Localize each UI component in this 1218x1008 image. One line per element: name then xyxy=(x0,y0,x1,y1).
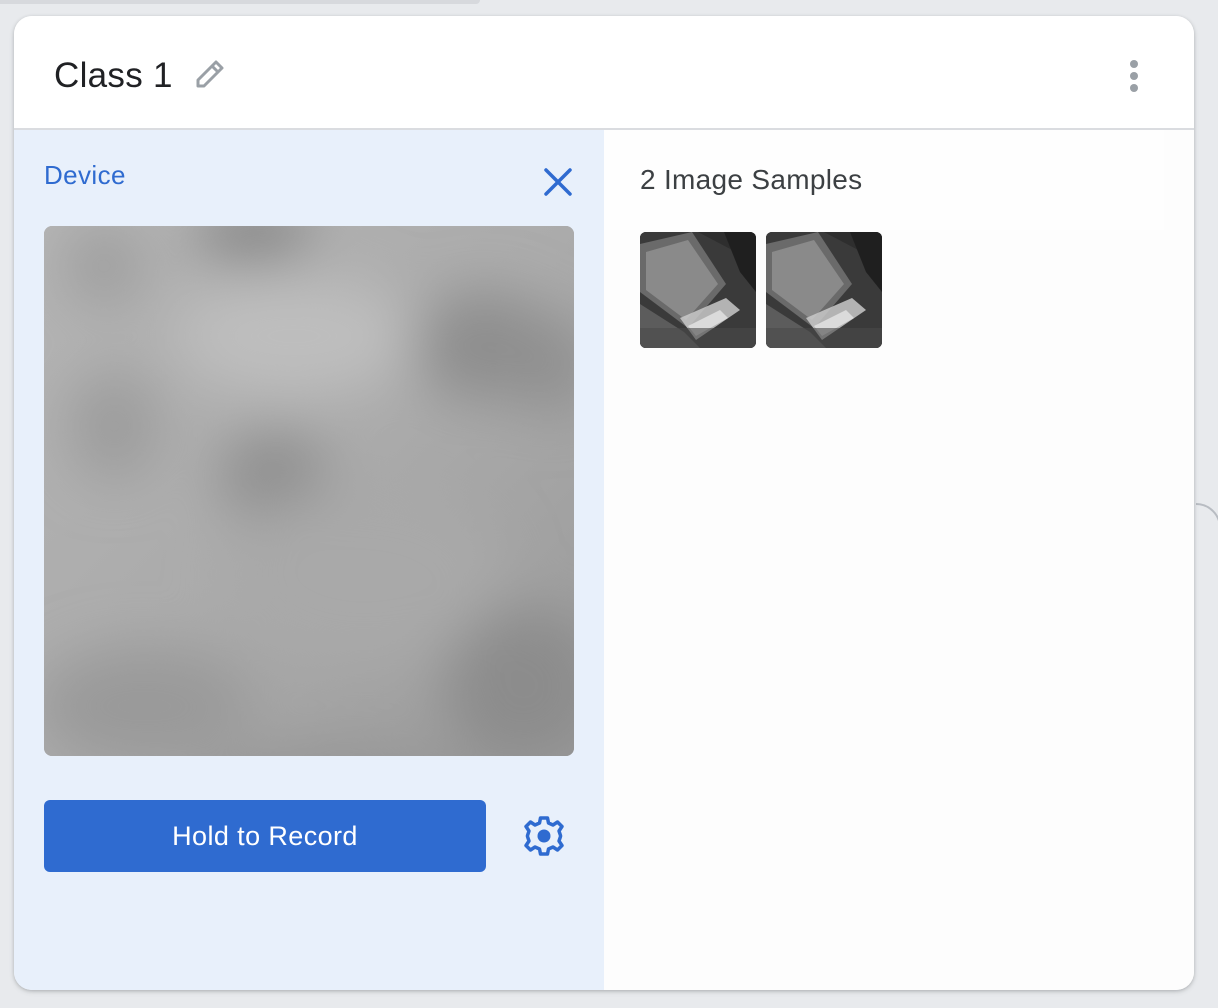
samples-header: 2 Image Samples xyxy=(604,130,1164,230)
webcam-preview-image xyxy=(44,226,574,756)
sample-thumbnail-image xyxy=(766,232,882,348)
pencil-icon[interactable] xyxy=(190,54,230,94)
webcam-preview xyxy=(44,226,574,756)
sample-thumbnail[interactable] xyxy=(766,232,882,348)
top-strip xyxy=(0,0,480,4)
sample-thumbnail[interactable] xyxy=(640,232,756,348)
card-header: Class 1 xyxy=(14,16,1194,130)
sample-thumbnails xyxy=(640,232,882,348)
sample-thumbnail-image xyxy=(640,232,756,348)
class-card: Class 1 Device Hold to Record 2 Image Sa… xyxy=(14,16,1194,990)
connector-arc xyxy=(1196,503,1218,522)
device-label[interactable]: Device xyxy=(44,160,126,191)
more-vert-icon[interactable] xyxy=(1118,56,1150,96)
gear-icon[interactable] xyxy=(520,812,568,860)
samples-panel: 2 Image Samples xyxy=(604,130,1194,990)
webcam-panel: Device Hold to Record xyxy=(14,130,604,990)
close-icon[interactable] xyxy=(538,162,578,202)
hold-to-record-button[interactable]: Hold to Record xyxy=(44,800,486,872)
samples-count-label: 2 Image Samples xyxy=(640,164,863,195)
class-title[interactable]: Class 1 xyxy=(54,54,173,98)
